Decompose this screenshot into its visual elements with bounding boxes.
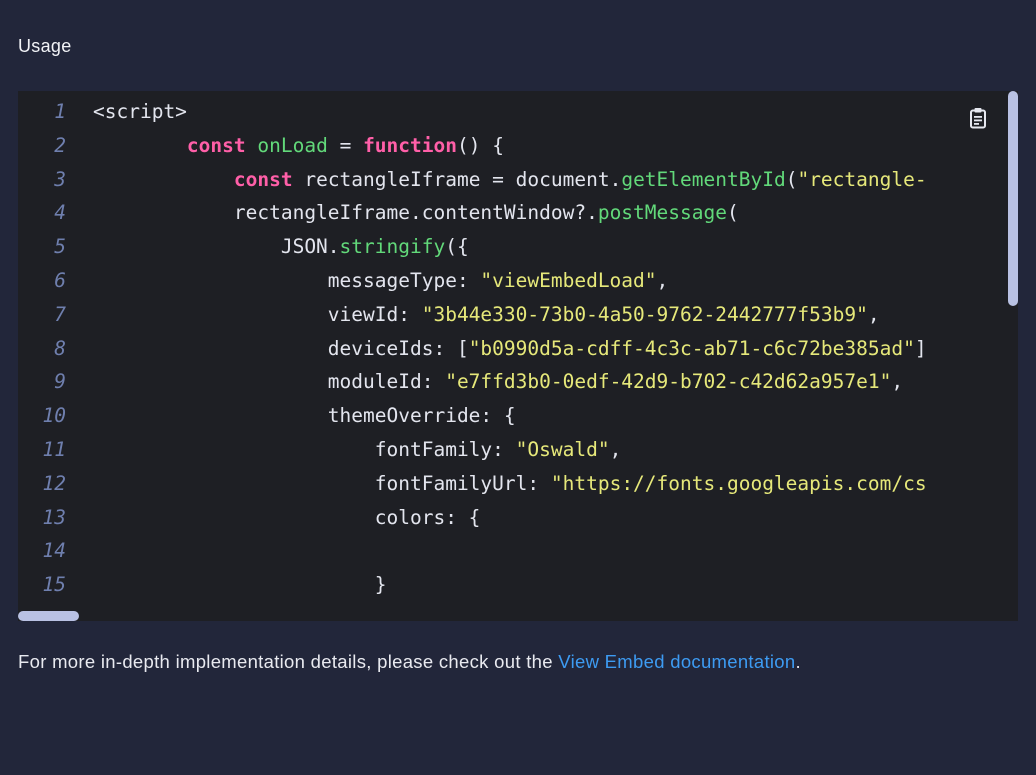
code-token: const — [233, 167, 293, 191]
code-text: viewId: "3b44e330-73b0-4a50-9762-2442777… — [93, 298, 880, 332]
line-number: 3 — [54, 167, 66, 191]
line-number: 10 — [42, 404, 66, 428]
line-number: 13 — [42, 505, 66, 529]
code-line: 12 fontFamilyUrl: "https://fonts.googlea… — [18, 467, 1008, 501]
code-token: fontFamilyUrl: — [93, 471, 551, 495]
code-token: () { — [456, 133, 504, 157]
code-token: , — [891, 370, 904, 394]
line-number: 11 — [42, 437, 66, 461]
code-line: 13 colors: { — [18, 501, 1008, 535]
line-number: 6 — [54, 268, 66, 292]
code-line: 11 fontFamily: "Oswald", — [18, 433, 1008, 467]
code-text: rectangleIframe.contentWindow?.postMessa… — [93, 196, 739, 230]
footer-period: . — [795, 651, 801, 672]
line-number: 9 — [54, 370, 66, 394]
code-token: fontFamily: — [93, 437, 516, 461]
code-block: 1 <script> 2 const onLoad = function() {3 … — [18, 91, 1018, 621]
code-token: , — [609, 437, 622, 461]
code-token: <script> — [93, 100, 187, 123]
code-token: ({ — [445, 235, 469, 259]
code-line: 2 const onLoad = function() { — [18, 129, 1008, 163]
code-token: viewId: — [93, 302, 422, 326]
line-number: 15 — [42, 573, 66, 597]
code-token: rectangleIframe.contentWindow?. — [93, 201, 598, 225]
code-token: } — [93, 573, 387, 597]
code-text: colors: { — [93, 501, 481, 535]
line-number: 4 — [54, 201, 66, 225]
code-text: <script> — [93, 95, 187, 129]
code-line: 7 viewId: "3b44e330-73b0-4a50-9762-24427… — [18, 298, 1008, 332]
line-number: 2 — [54, 133, 66, 157]
code-line: 8 deviceIds: ["b0990d5a-cdff-4c3c-ab71-c… — [18, 332, 1008, 366]
code-line: 14 — [18, 534, 1008, 568]
code-token: onLoad — [257, 133, 328, 157]
vertical-scrollbar-thumb[interactable] — [1008, 91, 1018, 306]
copy-button[interactable] — [968, 107, 988, 129]
clipboard-icon — [970, 108, 986, 129]
code-token: "rectangle- — [797, 167, 927, 191]
code-line: 9 moduleId: "e7ffd3b0-0edf-42d9-b702-c42… — [18, 365, 1008, 399]
line-number: 8 — [54, 336, 66, 360]
code-token: ] — [914, 336, 927, 360]
code-text: const rectangleIframe = document.getElem… — [93, 163, 927, 197]
line-number: 14 — [42, 539, 66, 563]
code-token: messageType: — [93, 268, 481, 292]
code-token: = — [327, 133, 364, 157]
section-title: Usage — [18, 36, 72, 56]
code-token: postMessage — [597, 201, 727, 225]
line-number: 1 — [54, 100, 66, 123]
code-text: themeOverride: { — [93, 399, 516, 433]
view-embed-documentation-link[interactable]: View Embed documentation — [558, 651, 795, 672]
code-token: JSON. — [93, 235, 340, 259]
line-number: 5 — [54, 235, 66, 259]
code-token: function — [363, 133, 457, 157]
code-token: stringify — [339, 235, 446, 259]
code-line: 10 themeOverride: { — [18, 399, 1008, 433]
code-token: "Oswald" — [515, 437, 610, 461]
code-text: } — [93, 568, 387, 602]
code-text: messageType: "viewEmbedLoad", — [93, 264, 668, 298]
code-token: "viewEmbedLoad" — [480, 268, 657, 292]
code-token: "b0990d5a-cdff-4c3c-ab71-c6c72be385ad" — [468, 336, 915, 360]
code-token: rectangleIframe = document. — [292, 167, 622, 191]
code-token: , — [656, 268, 669, 292]
code-text: fontFamilyUrl: "https://fonts.googleapis… — [93, 467, 927, 501]
code-token: ( — [785, 167, 798, 191]
code-token: "3b44e330-73b0-4a50-9762-2442777f53b9" — [421, 302, 868, 326]
code-token: const — [186, 133, 246, 157]
code-line: 5 JSON.stringify({ — [18, 230, 1008, 264]
vertical-scrollbar[interactable] — [1008, 91, 1018, 621]
code-token: getElementById — [621, 167, 786, 191]
code-text: deviceIds: ["b0990d5a-cdff-4c3c-ab71-c6c… — [93, 332, 927, 366]
code-token: deviceIds: [ — [93, 336, 469, 360]
code-line: 4 rectangleIframe.contentWindow?.postMes… — [18, 196, 1008, 230]
code-lines: 1 <script> 2 const onLoad = function() {3 … — [18, 95, 1008, 602]
line-number: 7 — [54, 302, 66, 326]
code-token: colors: { — [93, 505, 481, 529]
line-number: 12 — [42, 471, 66, 495]
code-token: "https://fonts.googleapis.com/cs — [550, 471, 927, 495]
code-token: ( — [726, 201, 739, 225]
code-token: themeOverride: { — [93, 404, 516, 428]
code-token: "e7ffd3b0-0edf-42d9-b702-c42d62a957e1" — [445, 370, 892, 394]
code-token: moduleId: — [93, 370, 446, 394]
footer-note: For more in-depth implementation details… — [18, 651, 801, 673]
code-text: const onLoad = function() { — [93, 129, 504, 163]
code-text: moduleId: "e7ffd3b0-0edf-42d9-b702-c42d6… — [93, 365, 903, 399]
code-line: 3 const rectangleIframe = document.getEl… — [18, 163, 1008, 197]
code-text: fontFamily: "Oswald", — [93, 433, 622, 467]
footer-text: For more in-depth implementation details… — [18, 651, 559, 672]
horizontal-scrollbar-thumb[interactable] — [18, 611, 79, 621]
code-line: 6 messageType: "viewEmbedLoad", — [18, 264, 1008, 298]
code-token: , — [867, 302, 880, 326]
code-text: JSON.stringify({ — [93, 230, 469, 264]
code-line: 15 } — [18, 568, 1008, 602]
code-line: 1 <script> — [18, 95, 1008, 129]
